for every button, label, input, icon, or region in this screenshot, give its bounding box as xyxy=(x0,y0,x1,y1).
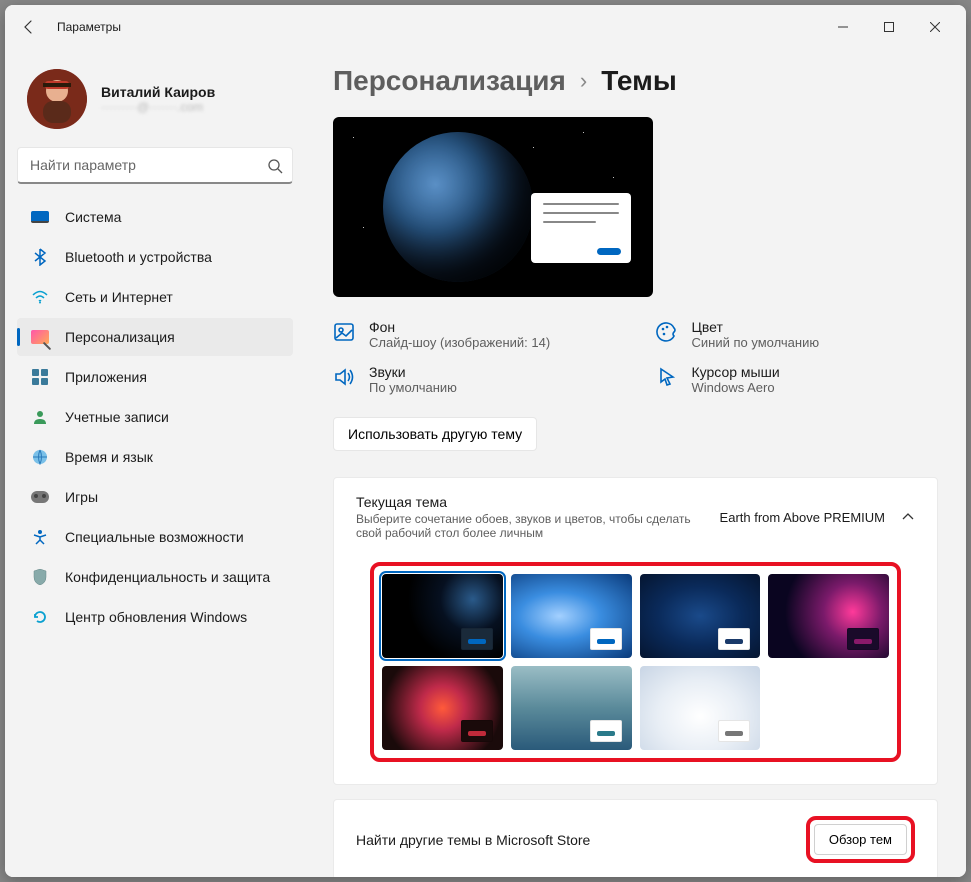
bluetooth-icon xyxy=(31,248,49,266)
info-title: Цвет xyxy=(692,319,820,335)
info-title: Фон xyxy=(369,319,550,335)
close-icon xyxy=(930,22,940,32)
earth-graphic xyxy=(383,132,533,282)
sidebar-item-label: Центр обновления Windows xyxy=(65,609,247,625)
sidebar-item-apps[interactable]: Приложения xyxy=(17,358,293,396)
sidebar-item-label: Время и язык xyxy=(65,449,153,465)
sidebar-item-accounts[interactable]: Учетные записи xyxy=(17,398,293,436)
user-email: ·········@·······.com xyxy=(101,100,215,114)
section-title: Текущая тема xyxy=(356,494,708,510)
refresh-icon xyxy=(31,608,49,626)
minimize-button[interactable] xyxy=(820,11,866,43)
search-wrap xyxy=(17,147,293,184)
settings-window: Параметры Виталий Каиров ·········@·····… xyxy=(5,5,966,877)
cursor-icon xyxy=(656,366,678,388)
info-sub: По умолчанию xyxy=(369,380,457,395)
wifi-icon xyxy=(31,288,49,306)
user-block[interactable]: Виталий Каиров ·········@·······.com xyxy=(17,61,293,147)
browse-themes-button[interactable]: Обзор тем xyxy=(814,824,907,855)
user-info: Виталий Каиров ·········@·······.com xyxy=(101,84,215,114)
sidebar-item-bluetooth[interactable]: Bluetooth и устройства xyxy=(17,238,293,276)
theme-grid xyxy=(370,562,901,762)
maximize-button[interactable] xyxy=(866,11,912,43)
brush-icon xyxy=(31,328,49,346)
breadcrumb-root[interactable]: Персонализация xyxy=(333,65,566,97)
info-color[interactable]: ЦветСиний по умолчанию xyxy=(656,319,939,350)
sidebar-item-update[interactable]: Центр обновления Windows xyxy=(17,598,293,636)
sidebar-item-label: Учетные записи xyxy=(65,409,169,425)
sidebar-item-label: Игры xyxy=(65,489,98,505)
titlebar: Параметры xyxy=(5,5,966,49)
theme-thumb[interactable] xyxy=(768,574,889,658)
close-button[interactable] xyxy=(912,11,958,43)
chevron-up-icon xyxy=(901,510,915,524)
breadcrumb: Персонализация › Темы xyxy=(333,65,938,97)
minimize-icon xyxy=(838,22,848,32)
window-controls xyxy=(820,11,958,43)
sidebar-item-time[interactable]: Время и язык xyxy=(17,438,293,476)
sidebar-item-label: Конфиденциальность и защита xyxy=(65,569,270,585)
globe-icon xyxy=(31,448,49,466)
gamepad-icon xyxy=(31,488,49,506)
info-cursor[interactable]: Курсор мышиWindows Aero xyxy=(656,364,939,395)
search-input[interactable] xyxy=(17,147,293,184)
sidebar-item-network[interactable]: Сеть и Интернет xyxy=(17,278,293,316)
info-title: Курсор мыши xyxy=(692,364,780,380)
sidebar-item-gaming[interactable]: Игры xyxy=(17,478,293,516)
sidebar-item-label: Сеть и Интернет xyxy=(65,289,173,305)
theme-thumb[interactable] xyxy=(640,666,761,750)
picture-icon xyxy=(333,321,355,343)
info-sub: Windows Aero xyxy=(692,380,780,395)
theme-thumb[interactable] xyxy=(382,574,503,658)
sidebar-item-accessibility[interactable]: Специальные возможности xyxy=(17,518,293,556)
page-title: Темы xyxy=(601,65,677,97)
sidebar: Виталий Каиров ·········@·······.com Сис… xyxy=(5,49,305,877)
shield-icon xyxy=(31,568,49,586)
user-name: Виталий Каиров xyxy=(101,84,215,100)
apps-icon xyxy=(31,368,49,386)
system-icon xyxy=(31,208,49,226)
use-other-theme-button[interactable]: Использовать другую тему xyxy=(333,417,537,451)
store-card: Найти другие темы в Microsoft Store Обзо… xyxy=(333,799,938,877)
theme-thumb[interactable] xyxy=(511,666,632,750)
store-text: Найти другие темы в Microsoft Store xyxy=(356,832,590,848)
sidebar-item-label: Bluetooth и устройства xyxy=(65,249,212,265)
back-icon xyxy=(21,19,37,35)
current-theme-section: Текущая тема Выберите сочетание обоев, з… xyxy=(333,477,938,785)
palette-icon xyxy=(656,321,678,343)
sidebar-item-label: Приложения xyxy=(65,369,147,385)
accessibility-icon xyxy=(31,528,49,546)
sidebar-item-privacy[interactable]: Конфиденциальность и защита xyxy=(17,558,293,596)
avatar xyxy=(27,69,87,129)
maximize-icon xyxy=(884,22,894,32)
current-theme-value: Earth from Above PREMIUM xyxy=(720,510,885,525)
theme-thumb[interactable] xyxy=(511,574,632,658)
sidebar-item-personalization[interactable]: Персонализация xyxy=(17,318,293,356)
sidebar-item-label: Специальные возможности xyxy=(65,529,244,545)
sidebar-item-system[interactable]: Система xyxy=(17,198,293,236)
theme-thumb[interactable] xyxy=(640,574,761,658)
sidebar-item-label: Персонализация xyxy=(65,329,175,345)
chevron-right-icon: › xyxy=(580,68,587,94)
content: Персонализация › Темы ФонСлайд-шоу (изоб… xyxy=(305,49,966,877)
section-desc: Выберите сочетание обоев, звуков и цвето… xyxy=(356,512,708,540)
speaker-icon xyxy=(333,366,355,388)
window-mock xyxy=(531,193,631,263)
back-button[interactable] xyxy=(13,11,45,43)
theme-info-grid: ФонСлайд-шоу (изображений: 14) ЦветСиний… xyxy=(333,319,938,395)
info-sounds[interactable]: ЗвукиПо умолчанию xyxy=(333,364,616,395)
info-background[interactable]: ФонСлайд-шоу (изображений: 14) xyxy=(333,319,616,350)
info-sub: Слайд-шоу (изображений: 14) xyxy=(369,335,550,350)
search-icon xyxy=(267,158,283,174)
info-sub: Синий по умолчанию xyxy=(692,335,820,350)
current-theme-header[interactable]: Текущая тема Выберите сочетание обоев, з… xyxy=(334,478,937,556)
nav-list: Система Bluetooth и устройства Сеть и Ин… xyxy=(17,198,293,636)
theme-thumb[interactable] xyxy=(382,666,503,750)
sidebar-item-label: Система xyxy=(65,209,121,225)
info-title: Звуки xyxy=(369,364,457,380)
window-title: Параметры xyxy=(57,20,121,34)
person-icon xyxy=(31,408,49,426)
theme-preview xyxy=(333,117,653,297)
